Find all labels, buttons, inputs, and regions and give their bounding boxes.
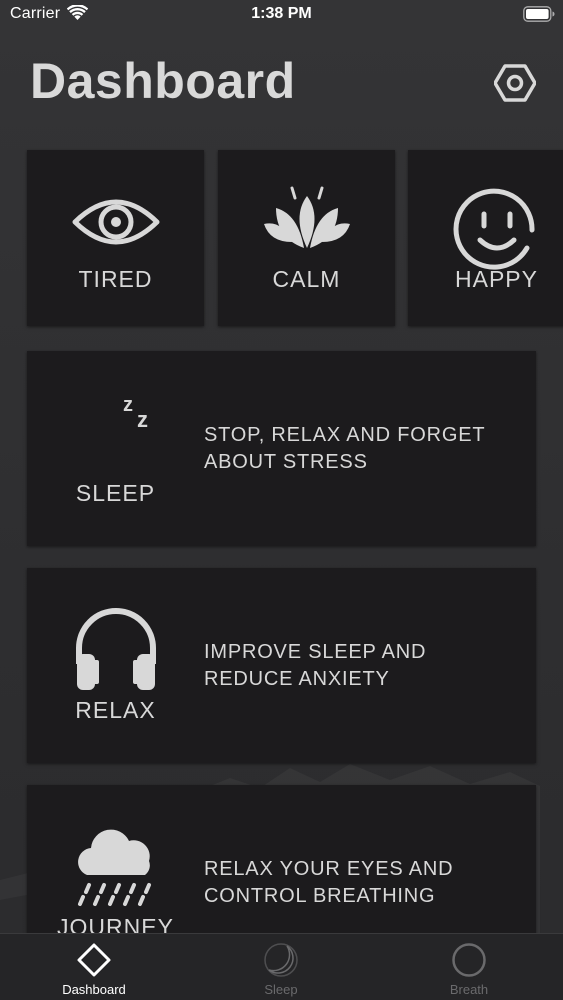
lotus-icon [264,186,350,248]
mood-label: TIRED [78,266,153,292]
tab-label: Breath [449,982,489,997]
eye-icon [72,199,160,245]
svg-text:z: z [123,394,133,416]
activity-card-sleep[interactable]: z z SLEEP STOP, RELAX AND FORGET ABOUT S… [27,351,536,546]
page-title: Dashboard [30,53,296,109]
settings-gear-icon[interactable] [494,62,536,104]
tab-label: Dashboard [62,982,126,997]
moon-zzz-icon: z z [87,394,153,461]
headphones-icon [76,608,156,690]
mood-tile-happy[interactable]: HAPPY [408,150,563,326]
activity-label: SLEEP [75,480,156,506]
tab-bar: Dashboard Sleep Breath [0,933,563,1000]
dashboard-screen: Carrier 1:38 PM Dashboard TIRED CALM HAP… [0,0,563,1000]
rain-cloud-icon [78,829,151,906]
diamond-icon [77,943,111,977]
battery-icon [523,6,555,22]
circle-icon [452,943,486,977]
mood-label: CALM [272,266,341,292]
status-bar: Carrier 1:38 PM [0,0,563,30]
mood-label: HAPPY [455,266,538,292]
activity-card-relax[interactable]: RELAX IMPROVE SLEEP AND REDUCE ANXIETY [27,568,536,763]
tab-dashboard[interactable]: Dashboard [0,934,188,1000]
mood-row: TIRED CALM HAPPY [0,150,563,326]
mood-tile-tired[interactable]: TIRED [27,150,204,326]
activity-description: RELAX YOUR EYES AND CONTROL BREATHING [204,858,454,907]
activity-label: RELAX [75,697,156,723]
activity-description: IMPROVE SLEEP AND REDUCE ANXIETY [204,641,427,690]
tab-label: Sleep [264,982,298,997]
svg-text:z: z [137,407,148,432]
smiley-icon [453,188,535,270]
mood-tile-calm[interactable]: CALM [218,150,395,326]
activity-description: STOP, RELAX AND FORGET ABOUT STRESS [204,424,486,473]
status-time: 1:38 PM [251,5,312,22]
tab-sleep[interactable]: Sleep [187,934,375,1000]
tab-breath[interactable]: Breath [375,934,563,1000]
moon-icon [264,943,298,977]
